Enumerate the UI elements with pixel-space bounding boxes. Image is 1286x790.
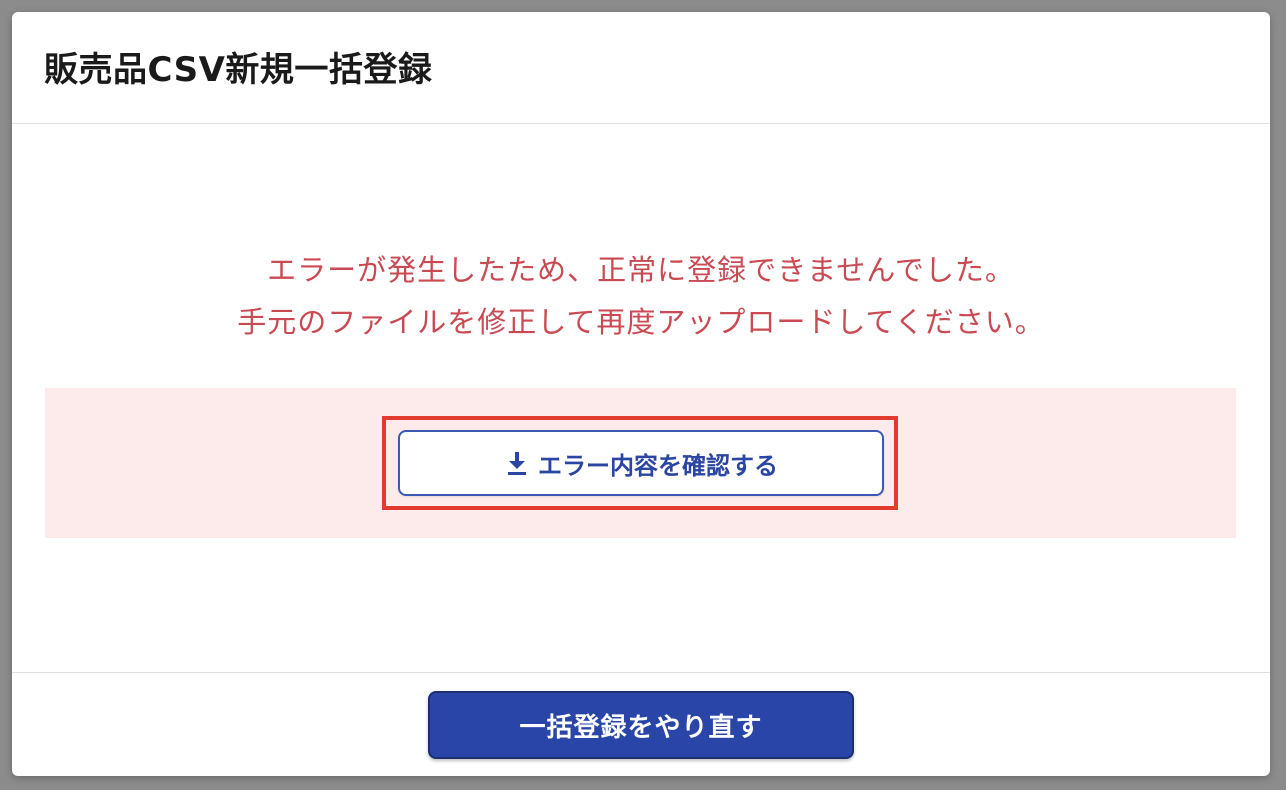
dialog-footer: 一括登録をやり直す: [12, 672, 1270, 776]
download-icon: [504, 449, 530, 477]
redo-bulk-register-button[interactable]: 一括登録をやり直す: [428, 691, 854, 759]
error-message-line-2: 手元のファイルを修正して再度アップロードしてください。: [237, 305, 1045, 339]
check-error-details-button[interactable]: エラー内容を確認する: [398, 430, 884, 496]
csv-bulk-register-dialog: 販売品CSV新規一括登録 エラーが発生したため、正常に登録できませんでした。 手…: [12, 12, 1270, 776]
dialog-header: 販売品CSV新規一括登録: [12, 12, 1270, 124]
error-message: エラーが発生したため、正常に登録できませんでした。 手元のファイルを修正して再度…: [12, 244, 1270, 348]
dialog-title: 販売品CSV新規一括登録: [44, 50, 433, 90]
check-error-details-label: エラー内容を確認する: [538, 451, 778, 480]
error-message-line-1: エラーが発生したため、正常に登録できませんでした。: [267, 253, 1015, 287]
